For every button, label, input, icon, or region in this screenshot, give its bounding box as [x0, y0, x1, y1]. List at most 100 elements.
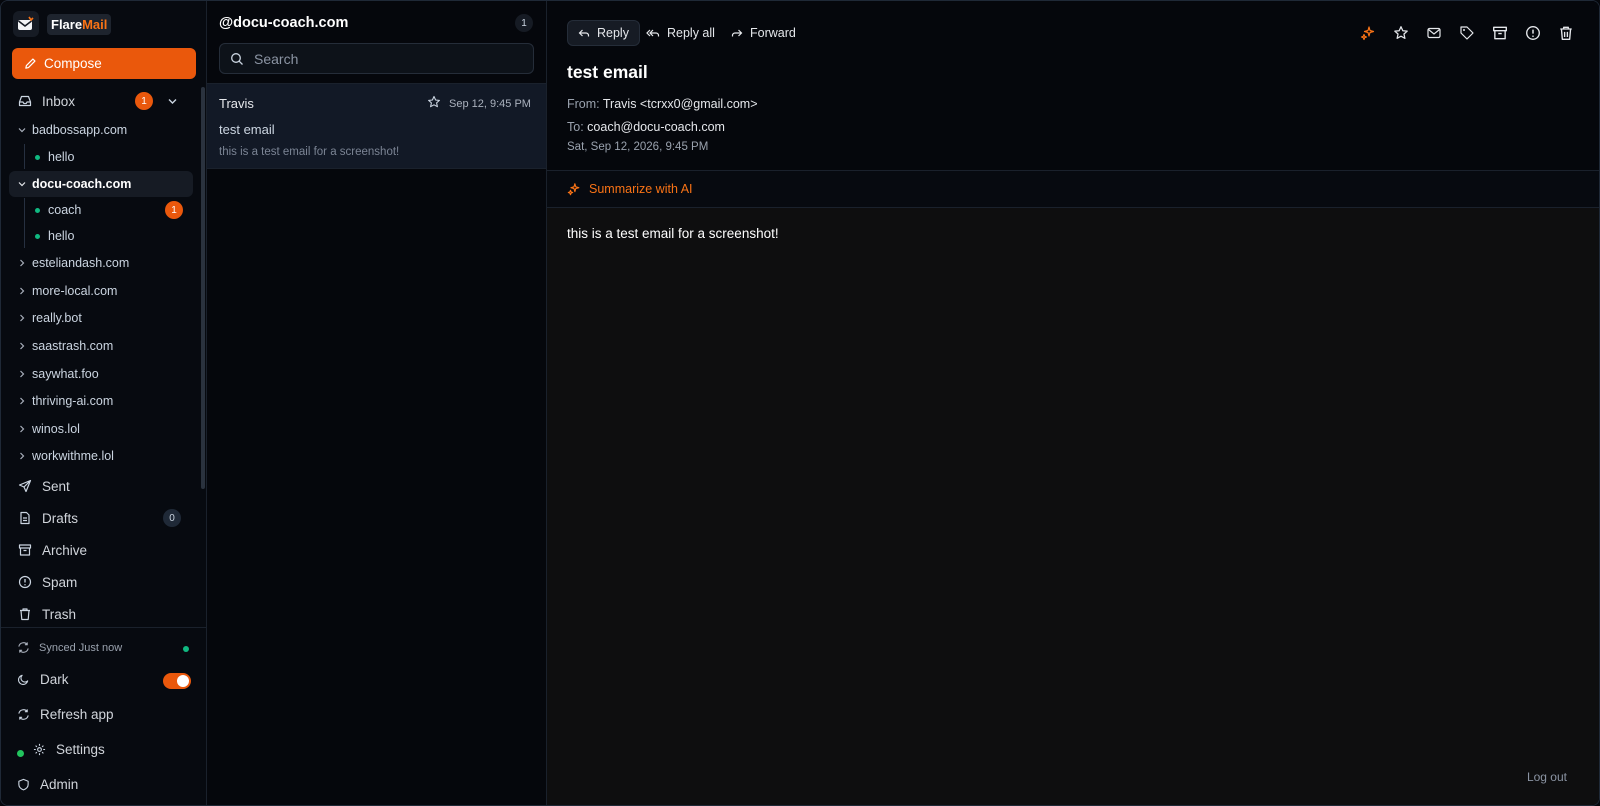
reading-pane: Reply Reply all Forward test email From: [547, 1, 1599, 805]
chevron-right-icon [20, 452, 25, 460]
sidebar-item-archive[interactable]: Archive [9, 536, 193, 564]
chevron-right-icon [20, 287, 25, 295]
domain-workwithme[interactable]: workwithme.lol [9, 443, 193, 469]
file-icon [20, 511, 30, 525]
sparkles-icon[interactable] [1358, 23, 1377, 42]
message-row[interactable]: Travis Sep 12, 9:45 PM test email this i… [207, 83, 546, 169]
domain-more-local[interactable]: more-local.com [9, 278, 193, 304]
message-header: Reply Reply all Forward test email From: [547, 1, 1599, 171]
sparkles-icon [567, 183, 580, 196]
star-icon[interactable] [427, 95, 441, 109]
chevron-down-icon [18, 128, 26, 133]
forward-icon [731, 29, 743, 37]
message-sender: Travis [219, 96, 254, 111]
inbox-icon [18, 95, 32, 107]
refresh-icon [18, 709, 29, 720]
list-title: @docu-coach.com [219, 15, 349, 31]
to-line: To: coach@docu-coach.com [567, 120, 725, 134]
logout-link[interactable]: Log out [1527, 770, 1567, 784]
settings-status-dot [17, 750, 24, 757]
trash-icon[interactable] [1556, 23, 1575, 42]
message-preview: this is a test email for a screenshot! [219, 146, 400, 158]
status-dot [35, 233, 40, 239]
coach-unread-badge: 1 [165, 201, 183, 219]
chevron-right-icon [20, 259, 25, 267]
subfolder-coach[interactable]: coach [35, 198, 81, 222]
tree-line [24, 198, 25, 248]
domain-esteliandash[interactable]: esteliandash.com [9, 250, 193, 276]
from-line: From: Travis <tcrxx0@gmail.com> [567, 97, 758, 111]
star-icon[interactable] [1391, 23, 1410, 42]
search-box[interactable] [219, 43, 534, 74]
mail-icon[interactable] [1424, 23, 1443, 42]
drafts-count-badge: 0 [163, 509, 181, 527]
send-icon [18, 479, 32, 493]
tag-icon[interactable] [1457, 23, 1476, 42]
chevron-right-icon [20, 425, 25, 433]
subfolder-hello[interactable]: hello [35, 224, 74, 248]
chevron-right-icon [20, 370, 25, 378]
chevron-down-icon[interactable] [167, 96, 178, 107]
logo-text: FlareMail [47, 13, 112, 35]
archive-icon[interactable] [1490, 23, 1509, 42]
reply-icon [578, 29, 590, 37]
list-count-badge: 1 [515, 14, 533, 32]
shield-icon [18, 778, 29, 791]
domain-badbossapp[interactable]: badbossapp.com [9, 117, 193, 143]
trash-icon [20, 608, 30, 621]
chevron-down-icon [18, 182, 26, 187]
sync-icon [18, 642, 29, 653]
chevron-right-icon [20, 342, 25, 350]
refresh-app-button[interactable]: Refresh app [17, 707, 114, 722]
status-dot [35, 154, 40, 160]
sidebar-scrollbar[interactable] [201, 87, 205, 489]
status-dot [35, 207, 40, 213]
sidebar: FlareMail Compose Inbox 1 badbossapp.com [1, 1, 207, 805]
subfolder-hello[interactable]: hello [35, 145, 74, 169]
reply-all-button[interactable]: Reply all [636, 20, 725, 46]
tree-line [24, 144, 25, 169]
inbox-unread-badge: 1 [135, 92, 153, 110]
message-date: Sep 12, 9:45 PM [449, 98, 531, 110]
summarize-ai-button[interactable]: Summarize with AI [547, 171, 1599, 208]
domain-really-bot[interactable]: really.bot [9, 305, 193, 331]
app-window: FlareMail Compose Inbox 1 badbossapp.com [0, 0, 1600, 806]
folder-tree: Inbox 1 badbossapp.com hello docu-coach.… [1, 87, 201, 627]
sync-dot [183, 646, 189, 652]
search-icon [231, 52, 243, 65]
domain-saastrash[interactable]: saastrash.com [9, 333, 193, 359]
gear-icon [33, 743, 46, 756]
chevron-right-icon [20, 397, 25, 405]
domain-saywhat[interactable]: saywhat.foo [9, 361, 193, 387]
logo-icon [13, 11, 39, 37]
archive-icon [18, 544, 32, 556]
pencil-icon [25, 58, 36, 69]
chevron-right-icon [20, 314, 25, 322]
reply-all-icon [646, 29, 660, 37]
domain-docu-coach[interactable]: docu-coach.com [9, 171, 193, 197]
dark-mode-row: Dark [17, 672, 69, 687]
dark-mode-toggle[interactable] [163, 673, 191, 689]
compose-button[interactable]: Compose [12, 48, 196, 79]
logo[interactable]: FlareMail [13, 11, 112, 37]
alert-circle-icon [18, 575, 32, 589]
sidebar-item-trash[interactable]: Trash [9, 600, 193, 627]
reply-button[interactable]: Reply [567, 20, 640, 46]
message-list-pane: @docu-coach.com 1 Travis Sep 12, 9:45 PM… [207, 1, 547, 805]
sidebar-item-sent[interactable]: Sent [9, 472, 193, 500]
domain-thriving-ai[interactable]: thriving-ai.com [9, 388, 193, 414]
forward-button[interactable]: Forward [721, 20, 806, 46]
message-subject: test email [219, 122, 275, 137]
compose-label: Compose [44, 56, 102, 71]
admin-button[interactable]: Admin [17, 777, 78, 792]
domain-winos[interactable]: winos.lol [9, 416, 193, 442]
alert-icon[interactable] [1523, 23, 1542, 42]
sidebar-item-spam[interactable]: Spam [9, 568, 193, 596]
sidebar-item-inbox[interactable]: Inbox [9, 87, 193, 115]
message-body-text: this is a test email for a screenshot! [567, 226, 779, 241]
search-input[interactable] [254, 50, 514, 67]
inbox-label: Inbox [42, 93, 76, 109]
settings-button[interactable]: Settings [33, 742, 105, 757]
sync-status: Synced Just now [17, 641, 122, 654]
message-toolbar [1358, 23, 1575, 42]
